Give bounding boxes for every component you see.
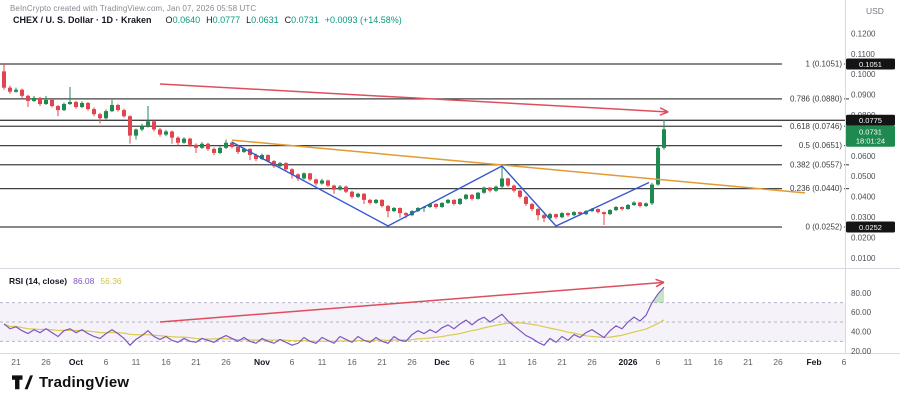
svg-text:0.0600: 0.0600 (851, 152, 876, 161)
tradingview-logo-text: TradingView (39, 374, 129, 391)
svg-text:0 (0.0252): 0 (0.0252) (806, 223, 843, 232)
svg-text:80.00: 80.00 (851, 289, 872, 298)
svg-text:21: 21 (557, 357, 567, 367)
svg-text:21: 21 (743, 357, 753, 367)
svg-text:Nov: Nov (254, 357, 270, 367)
chart-canvas[interactable]: 1 (0.1051) 0.786 (0.0880) 0.618 (0.0746) 0.… (0, 0, 900, 400)
tradingview-chart-window: BeInCrypto created with TradingView.com,… (0, 0, 900, 400)
svg-text:Oct: Oct (69, 357, 83, 367)
rsi-value: 86.08 (73, 276, 94, 286)
rsi-legend[interactable]: RSI (14, close) 86.08 56.36 (9, 276, 122, 286)
svg-text:0.0500: 0.0500 (851, 172, 876, 181)
open-value: 0.0640 (173, 15, 201, 25)
attribution-text: BeInCrypto created with TradingView.com,… (10, 4, 256, 13)
close-value: 0.0731 (291, 15, 319, 25)
svg-text:0.786 (0.0880): 0.786 (0.0880) (790, 94, 842, 103)
candlestick-series (2, 64, 666, 225)
svg-text:26: 26 (221, 357, 231, 367)
svg-text:6: 6 (470, 357, 475, 367)
svg-text:Feb: Feb (806, 357, 821, 367)
svg-text:6: 6 (104, 357, 109, 367)
svg-text:0.1200: 0.1200 (851, 29, 876, 38)
svg-text:11: 11 (318, 357, 327, 367)
svg-text:26: 26 (41, 357, 51, 367)
svg-text:21: 21 (191, 357, 201, 367)
svg-text:21: 21 (377, 357, 387, 367)
low-value: 0.0631 (251, 15, 279, 25)
svg-text:0.0400: 0.0400 (851, 193, 876, 202)
svg-text:1 (0.1051): 1 (0.1051) (806, 60, 843, 69)
rsi-panel (0, 287, 845, 345)
svg-text:16: 16 (347, 357, 357, 367)
svg-text:26: 26 (407, 357, 417, 367)
time-axis[interactable]: 21 26 Oct 6 11 16 21 26 Nov 6 11 16 21 26 Dec 6 11 16 21 26… (11, 357, 846, 367)
svg-text:11: 11 (132, 357, 141, 367)
svg-text:0.0731: 0.0731 (859, 128, 882, 137)
svg-text:USD: USD (866, 6, 884, 16)
svg-text:0.0100: 0.0100 (851, 254, 876, 263)
svg-text:26: 26 (773, 357, 783, 367)
price-resistance-arrow[interactable] (160, 84, 668, 115)
rsi-title: RSI (14, close) (9, 276, 67, 286)
fib-retracement-lines[interactable]: 1 (0.1051) 0.786 (0.0880) 0.618 (0.0746) 0.… (0, 60, 849, 232)
svg-text:11: 11 (684, 357, 693, 367)
ohlc-readout: O0.0640H0.0777L0.0631C0.0731+0.0093 (+14… (160, 15, 402, 25)
price-level-badge[interactable]: 0.1051 (846, 59, 895, 70)
svg-text:16: 16 (527, 357, 537, 367)
open-label: O (166, 15, 173, 25)
price-level-badge[interactable]: 0.0775 (846, 115, 895, 126)
svg-text:6: 6 (842, 357, 847, 367)
svg-text:0.618 (0.0746): 0.618 (0.0746) (790, 122, 842, 131)
svg-text:26: 26 (587, 357, 597, 367)
rsi-axis[interactable]: 80.00 60.00 40.00 20.00 (851, 289, 872, 356)
svg-text:2026: 2026 (619, 357, 638, 367)
svg-text:0.1051: 0.1051 (859, 60, 882, 69)
svg-text:16: 16 (713, 357, 723, 367)
svg-text:6: 6 (290, 357, 295, 367)
panel-separators (0, 0, 900, 354)
price-level-badge[interactable]: 0.0252 (846, 222, 895, 233)
svg-text:0.0300: 0.0300 (851, 213, 876, 222)
price-axis[interactable]: USD0.12000.11000.10000.09000.08000.06000… (846, 6, 895, 263)
svg-text:18:01:24: 18:01:24 (856, 137, 885, 146)
change-value: +0.0093 (+14.58%) (325, 15, 402, 25)
svg-text:0.5 (0.0651): 0.5 (0.0651) (799, 141, 842, 150)
svg-text:60.00: 60.00 (851, 308, 872, 317)
svg-text:11: 11 (498, 357, 507, 367)
svg-text:0.0200: 0.0200 (851, 233, 876, 242)
symbol-title[interactable]: CHEX / U. S. Dollar · 1D · Kraken (13, 15, 152, 25)
symbol-header[interactable]: CHEX / U. S. Dollar · 1D · Kraken O0.0640… (13, 15, 402, 25)
svg-text:20.00: 20.00 (851, 347, 872, 356)
svg-text:0.382 (0.0557): 0.382 (0.0557) (790, 160, 842, 169)
svg-text:16: 16 (161, 357, 171, 367)
tradingview-logo[interactable]: TradingView (12, 374, 129, 391)
rsi-ma-value: 56.36 (100, 276, 121, 286)
svg-text:Dec: Dec (434, 357, 450, 367)
high-value: 0.0777 (213, 15, 241, 25)
svg-text:0.1100: 0.1100 (851, 50, 875, 59)
svg-text:0.0900: 0.0900 (851, 91, 876, 100)
last-price-badge[interactable]: 0.073118:01:24 (846, 126, 895, 147)
svg-text:0.0775: 0.0775 (859, 116, 882, 125)
svg-text:0.0252: 0.0252 (859, 223, 882, 232)
svg-text:6: 6 (656, 357, 661, 367)
svg-text:40.00: 40.00 (851, 327, 872, 336)
tradingview-glyph-icon (12, 375, 33, 390)
svg-text:21: 21 (11, 357, 21, 367)
svg-text:0.1000: 0.1000 (851, 70, 876, 79)
